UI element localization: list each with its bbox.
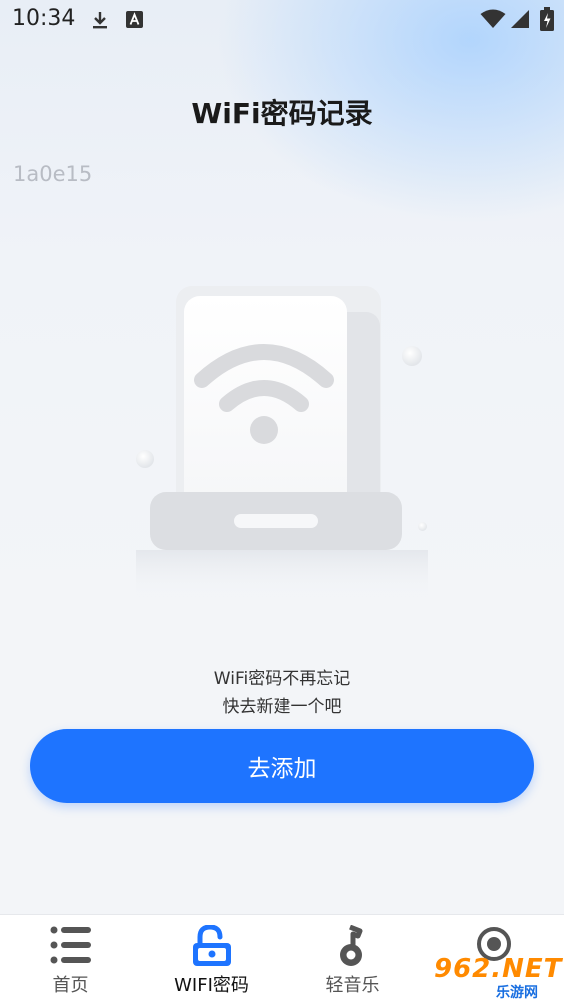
page-title: WiFi密码记录 bbox=[191, 97, 373, 130]
watermark-sub: 乐游网 bbox=[496, 985, 538, 1001]
status-time: 10:34 bbox=[12, 6, 76, 31]
list-icon bbox=[50, 926, 91, 964]
nav-item-wifi-password[interactable]: WIFI密码 bbox=[141, 915, 282, 1005]
nav-item-home[interactable]: 首页 bbox=[0, 915, 141, 1005]
empty-message-line1: WiFi密码不再忘记 bbox=[213, 669, 351, 689]
bubble-decoration bbox=[136, 450, 154, 468]
nav-label-light-music: 轻音乐 bbox=[325, 975, 380, 996]
music-note-icon bbox=[339, 925, 362, 966]
wifi-router-icon bbox=[136, 286, 428, 600]
device-id: 1a0e15 bbox=[13, 162, 93, 186]
site-watermark: 962.NET 乐游网 bbox=[424, 952, 564, 1004]
nav-label-home: 首页 bbox=[52, 975, 89, 996]
battery-charging-icon bbox=[540, 7, 554, 31]
unlock-icon bbox=[192, 925, 231, 966]
bubble-decoration bbox=[418, 522, 427, 531]
wifi-signal-icon bbox=[480, 9, 506, 28]
cell-signal-icon bbox=[511, 10, 529, 28]
bubble-decoration bbox=[402, 346, 422, 366]
nav-item-light-music[interactable]: 轻音乐 bbox=[282, 915, 423, 1005]
add-button[interactable]: 去添加 bbox=[30, 729, 534, 803]
download-icon bbox=[93, 12, 107, 29]
status-bar: 10:34 bbox=[0, 0, 564, 38]
watermark-text: 962.NET bbox=[434, 954, 563, 984]
a-badge-icon bbox=[126, 11, 143, 28]
add-button-label: 去添加 bbox=[247, 756, 317, 782]
nav-label-wifi-password: WIFI密码 bbox=[174, 975, 249, 996]
empty-message-line2: 快去新建一个吧 bbox=[222, 697, 342, 717]
